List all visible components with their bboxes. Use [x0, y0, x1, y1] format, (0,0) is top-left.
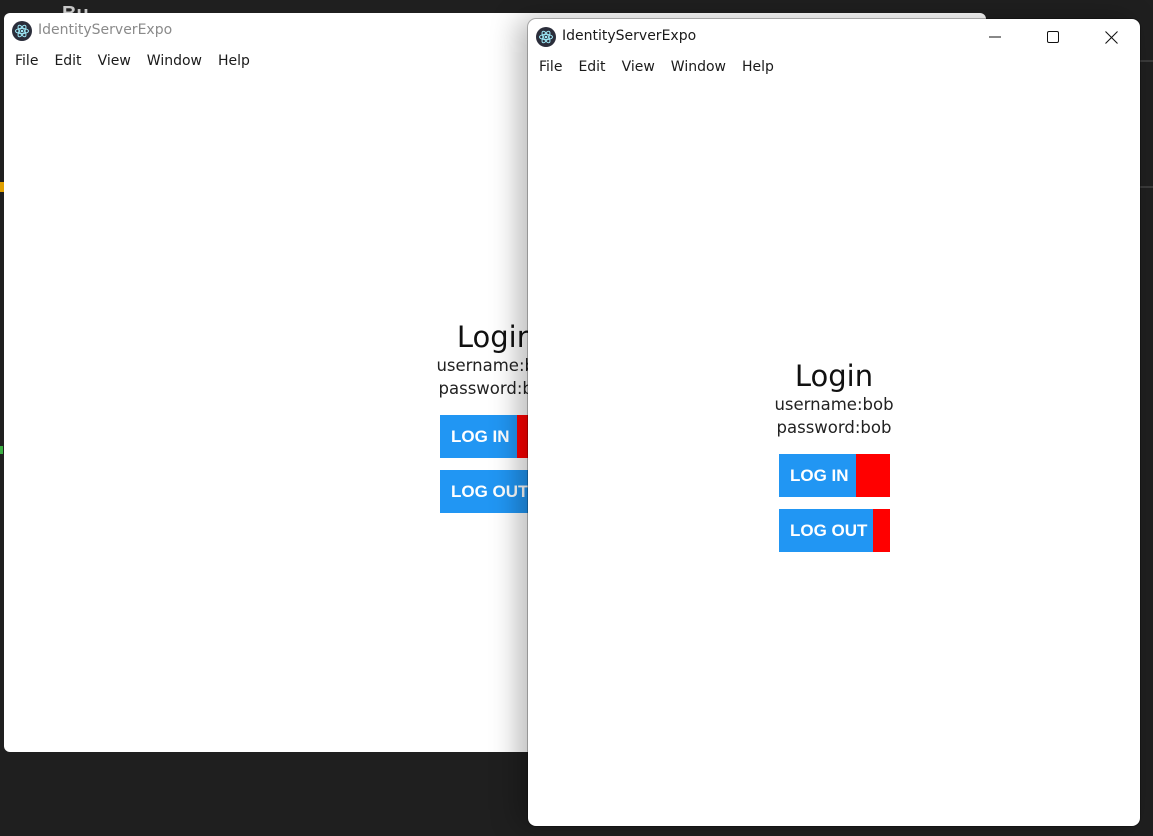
menu-edit[interactable]: Edit [46, 49, 89, 75]
login-button[interactable]: LOG IN [779, 454, 890, 497]
close-button[interactable] [1082, 19, 1140, 55]
menu-window[interactable]: Window [663, 55, 734, 81]
minimize-button[interactable] [966, 19, 1024, 55]
minimize-icon [989, 36, 1001, 38]
menu-bar: File Edit View Window Help [528, 55, 1140, 81]
logout-button-label[interactable]: LOG OUT [440, 470, 534, 513]
window-controls [966, 19, 1140, 55]
foreground-window[interactable]: IdentityServerExpo File Edit View Window… [528, 19, 1140, 826]
menu-file[interactable]: File [531, 55, 570, 81]
login-button-label[interactable]: LOG IN [440, 415, 517, 458]
menu-edit[interactable]: Edit [570, 55, 613, 81]
maximize-icon [1047, 31, 1059, 43]
close-icon [1104, 30, 1118, 44]
logout-button[interactable]: LOG OUT [779, 509, 890, 552]
login-button-label[interactable]: LOG IN [779, 454, 856, 497]
menu-view[interactable]: View [614, 55, 663, 81]
menu-file[interactable]: File [7, 49, 46, 75]
menu-window[interactable]: Window [139, 49, 210, 75]
username-text: username:bob [774, 395, 894, 414]
login-panel: Login username:bob password:bob [754, 359, 914, 439]
logout-button-label[interactable]: LOG OUT [779, 509, 873, 552]
login-button-overflow [856, 454, 890, 497]
background-app-title: Bu [62, 3, 89, 14]
electron-app-icon [12, 21, 32, 41]
password-text: password:bob [776, 418, 892, 437]
title-bar[interactable]: IdentityServerExpo [528, 19, 1140, 55]
menu-help[interactable]: Help [210, 49, 258, 75]
login-title: Login [794, 359, 874, 393]
menu-help[interactable]: Help [734, 55, 782, 81]
window-title: IdentityServerExpo [562, 28, 697, 44]
background-divider [1140, 186, 1153, 188]
electron-app-icon [536, 27, 556, 47]
menu-view[interactable]: View [90, 49, 139, 75]
logout-button-overflow [873, 509, 890, 552]
maximize-button[interactable] [1024, 19, 1082, 55]
background-marker [0, 446, 3, 454]
background-divider [1140, 60, 1153, 62]
window-title: IdentityServerExpo [38, 22, 173, 38]
